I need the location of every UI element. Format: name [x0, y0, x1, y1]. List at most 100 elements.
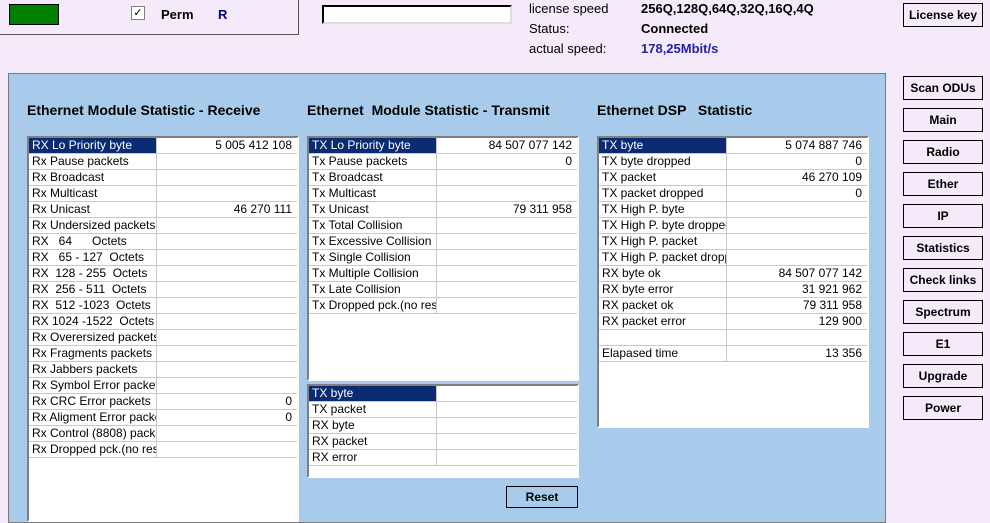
table-row[interactable]: Tx Multiple Collision — [309, 266, 577, 282]
table-row[interactable]: Rx Pause packets — [29, 154, 297, 170]
table-row[interactable]: RX 64 Octets — [29, 234, 297, 250]
table-row[interactable]: TX Lo Priority byte 84 507 077 142 — [309, 138, 577, 154]
table-row[interactable]: TX byte — [309, 386, 577, 402]
table-row[interactable]: Rx Symbol Error packets — [29, 378, 297, 394]
row-label: TX High P. packet dropped — [599, 250, 727, 265]
table-row[interactable]: RX byte error 31 921 962 — [599, 282, 867, 298]
row-label: RX packet — [309, 434, 437, 449]
row-label: RX 256 - 511 Octets — [29, 282, 157, 297]
row-label: TX Lo Priority byte — [309, 138, 437, 153]
table-row[interactable]: RX 512 -1023 Octets — [29, 298, 297, 314]
table-row[interactable] — [599, 330, 867, 346]
txrx-counters-grid[interactable]: TX byte TX packet RX byte RX packet RX error — [307, 384, 579, 478]
table-row[interactable]: Rx Overersized packets — [29, 330, 297, 346]
nav-button-spectrum[interactable]: Spectrum — [903, 300, 983, 324]
row-label: TX High P. packet — [599, 234, 727, 249]
row-label: RX 64 Octets — [29, 234, 157, 249]
table-row[interactable]: Rx Broadcast — [29, 170, 297, 186]
row-value — [727, 202, 867, 217]
table-row[interactable]: RX 65 - 127 Octets — [29, 250, 297, 266]
row-label: Elapased time — [599, 346, 727, 361]
table-row[interactable]: Tx Dropped pck.(no res.) — [309, 298, 577, 314]
transmit-statistics-grid[interactable]: TX Lo Priority byte 84 507 077 142 Tx Paus… — [307, 136, 579, 381]
nav-button-radio[interactable]: Radio — [903, 140, 983, 164]
row-label: TX byte dropped — [599, 154, 727, 169]
row-value — [727, 330, 867, 345]
nav-button-power[interactable]: Power — [903, 396, 983, 420]
table-row[interactable]: Rx CRC Error packets 0 — [29, 394, 297, 410]
table-row[interactable]: RX 1024 -1522 Octets — [29, 314, 297, 330]
table-row[interactable]: TX High P. byte — [599, 202, 867, 218]
nav-button-main[interactable]: Main — [903, 108, 983, 132]
table-row[interactable]: TX High P. byte dropped — [599, 218, 867, 234]
table-row[interactable]: TX High P. packet dropped — [599, 250, 867, 266]
table-row[interactable]: TX byte dropped 0 — [599, 154, 867, 170]
table-row[interactable]: RX packet error 129 900 — [599, 314, 867, 330]
table-row[interactable]: TX packet — [309, 402, 577, 418]
table-row[interactable]: RX packet — [309, 434, 577, 450]
row-label: Tx Pause packets — [309, 154, 437, 169]
table-row[interactable]: TX packet 46 270 109 — [599, 170, 867, 186]
row-value: 0 — [285, 394, 292, 408]
row-value — [437, 266, 577, 281]
nav-button-e1[interactable]: E1 — [903, 332, 983, 356]
table-row[interactable]: Tx Unicast 79 311 958 — [309, 202, 577, 218]
statistics-panel: Ethernet Module Statistic - Receive Ethe… — [8, 73, 886, 523]
row-label: Tx Excessive Collision — [309, 234, 437, 249]
transmit-section-title: Ethernet Module Statistic - Transmit — [307, 102, 550, 118]
row-label: TX packet — [599, 170, 727, 185]
table-row[interactable]: Rx Unicast 46 270 111 — [29, 202, 297, 218]
table-row[interactable]: Tx Broadcast — [309, 170, 577, 186]
nav-button-ether[interactable]: Ether — [903, 172, 983, 196]
nav-button-ip[interactable]: IP — [903, 204, 983, 228]
row-value — [437, 434, 577, 449]
nav-button-statistics[interactable]: Statistics — [903, 236, 983, 260]
table-row[interactable]: RX 256 - 511 Octets — [29, 282, 297, 298]
table-row[interactable]: RX byte — [309, 418, 577, 434]
row-label: RX Lo Priority byte — [29, 138, 157, 153]
row-value — [437, 186, 577, 201]
table-row[interactable]: TX High P. packet — [599, 234, 867, 250]
table-row[interactable]: Rx Undersized packets — [29, 218, 297, 234]
table-row[interactable]: RX Lo Priority byte 5 005 412 108 — [29, 138, 297, 154]
table-row[interactable]: Tx Excessive Collision — [309, 234, 577, 250]
row-value — [437, 234, 577, 249]
row-label: Tx Dropped pck.(no res.) — [309, 298, 437, 313]
row-label: RX packet error — [599, 314, 727, 329]
nav-button-check-links[interactable]: Check links — [903, 268, 983, 292]
row-label: Tx Late Collision — [309, 282, 437, 297]
nav-button-upgrade[interactable]: Upgrade — [903, 364, 983, 388]
table-row[interactable]: Rx Multicast — [29, 186, 297, 202]
table-row[interactable]: Tx Total Collision — [309, 218, 577, 234]
row-value — [437, 170, 577, 185]
table-row[interactable]: TX byte 5 074 887 746 — [599, 138, 867, 154]
table-row[interactable]: Rx Dropped pck.(no res.) — [29, 442, 297, 458]
table-row[interactable]: Rx Jabbers packets — [29, 362, 297, 378]
row-value: 84 507 077 142 — [437, 138, 577, 153]
table-row[interactable]: Tx Pause packets 0 — [309, 154, 577, 170]
table-row[interactable]: RX 128 - 255 Octets — [29, 266, 297, 282]
table-row[interactable]: RX byte ok 84 507 077 142 — [599, 266, 867, 282]
row-label: TX High P. byte — [599, 202, 727, 217]
table-row[interactable]: Rx Aligment Error packets 0 — [29, 410, 297, 426]
table-row[interactable]: Rx Fragments packets — [29, 346, 297, 362]
nav-button-scan-odus[interactable]: Scan ODUs — [903, 76, 983, 100]
reset-button[interactable]: Reset — [506, 486, 578, 508]
row-value — [727, 250, 867, 265]
row-label: Rx Aligment Error packets — [29, 410, 157, 425]
row-value — [437, 218, 577, 233]
row-value — [157, 442, 297, 457]
row-label: Rx CRC Error packets — [29, 394, 157, 409]
table-row[interactable]: TX packet dropped 0 — [599, 186, 867, 202]
table-row[interactable]: RX packet ok 79 311 958 — [599, 298, 867, 314]
row-label: Rx Control (8808) packets — [29, 426, 157, 441]
dsp-statistics-grid[interactable]: TX byte 5 074 887 746 TX byte dropped 0 TX p… — [597, 136, 869, 428]
table-row[interactable]: Tx Late Collision — [309, 282, 577, 298]
table-row[interactable]: Elapased time 13 356 — [599, 346, 867, 362]
table-row[interactable]: RX error — [309, 450, 577, 466]
table-row[interactable]: Tx Multicast — [309, 186, 577, 202]
table-row[interactable]: Tx Single Collision — [309, 250, 577, 266]
table-row[interactable]: Rx Control (8808) packets — [29, 426, 297, 442]
row-label: Rx Broadcast — [29, 170, 157, 185]
receive-statistics-grid[interactable]: RX Lo Priority byte 5 005 412 108 Rx Pause… — [27, 136, 299, 522]
